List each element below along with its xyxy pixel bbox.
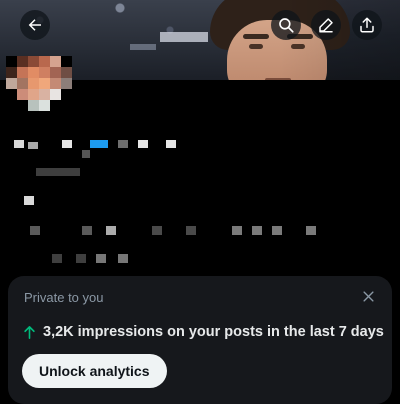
- share-button[interactable]: [352, 10, 382, 40]
- dismiss-button[interactable]: [358, 286, 378, 306]
- avatar[interactable]: [6, 56, 72, 112]
- search-button[interactable]: [271, 10, 301, 40]
- analytics-card: Private to you 3,2K impressions on your …: [8, 276, 392, 404]
- edit-icon: [319, 18, 333, 33]
- card-privacy-label: Private to you: [24, 290, 104, 305]
- edit-button[interactable]: [311, 10, 341, 40]
- back-button[interactable]: [20, 10, 50, 40]
- impressions-summary: 3,2K impressions on your posts in the la…: [22, 324, 384, 340]
- unlock-analytics-button[interactable]: Unlock analytics: [22, 354, 167, 388]
- close-icon: [362, 290, 374, 302]
- search-icon: [279, 18, 294, 33]
- impressions-text: 3,2K impressions on your posts in the la…: [43, 324, 384, 340]
- arrow-up-icon: [24, 325, 35, 339]
- share-icon: [360, 17, 374, 33]
- arrow-left-icon: [28, 19, 41, 31]
